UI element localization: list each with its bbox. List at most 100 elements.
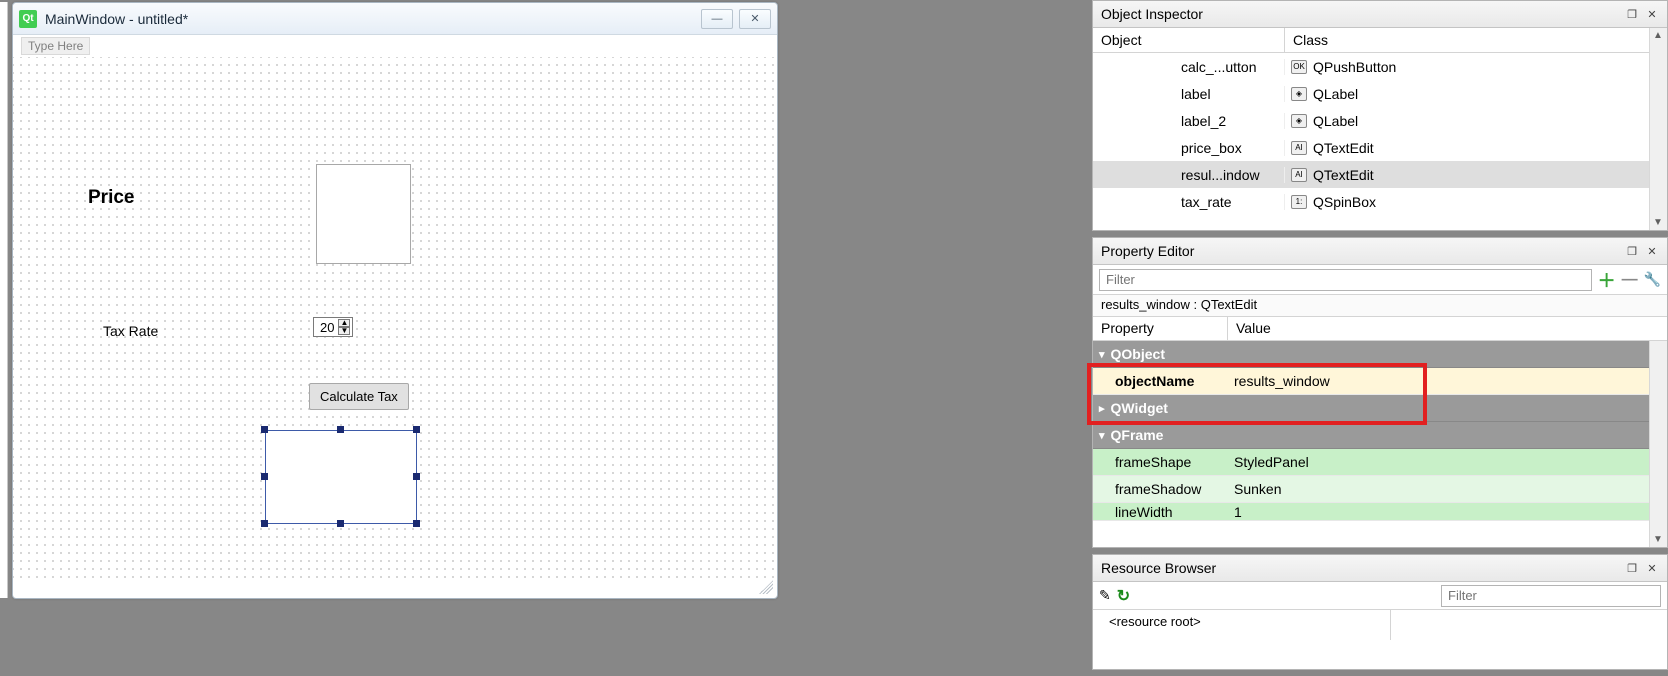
tree-row[interactable]: label_2 ◈QLabel — [1093, 107, 1667, 134]
selected-object-line: results_window : QTextEdit — [1093, 295, 1667, 317]
property-name-cell: objectName — [1093, 373, 1228, 389]
class-name-cell: QTextEdit — [1313, 167, 1374, 183]
edit-resources-icon[interactable]: ✎ — [1099, 587, 1111, 604]
object-name-cell: calc_...utton — [1093, 59, 1285, 75]
resource-root-item[interactable]: <resource root> — [1093, 610, 1391, 640]
menubar[interactable]: Type Here — [13, 35, 777, 57]
object-tree[interactable]: calc_...utton OKQPushButton label ◈QLabe… — [1093, 53, 1667, 230]
form-canvas[interactable]: Price Tax Rate 20 ▲ ▼ Calculate Tax — [13, 57, 777, 580]
class-name-cell: QSpinBox — [1313, 194, 1376, 210]
property-editor-panel: Property Editor ❐ ✕ ＋ — 🔧 results_window… — [1092, 237, 1668, 548]
class-name-cell: QLabel — [1313, 86, 1358, 102]
resize-handle[interactable] — [261, 520, 268, 527]
textedit-icon: AI — [1291, 168, 1307, 182]
spin-down-icon[interactable]: ▼ — [338, 327, 350, 335]
resize-handle[interactable] — [413, 426, 420, 433]
remove-property-icon[interactable]: — — [1622, 271, 1638, 289]
vertical-scrollbar[interactable] — [1649, 341, 1667, 547]
minimize-button[interactable]: — — [701, 9, 733, 29]
close-button[interactable]: ✕ — [739, 9, 771, 29]
resource-toolbar: ✎ ↻ — [1093, 582, 1667, 610]
close-panel-icon[interactable]: ✕ — [1645, 8, 1659, 21]
type-here-placeholder[interactable]: Type Here — [21, 37, 90, 55]
class-name-cell: QTextEdit — [1313, 140, 1374, 156]
right-dock: Object Inspector ❐ ✕ Object Class calc_.… — [1086, 0, 1668, 676]
property-value-cell[interactable]: Sunken — [1228, 481, 1667, 497]
tax-rate-spinbox[interactable]: 20 ▲ ▼ — [313, 317, 353, 337]
group-label: QFrame — [1111, 427, 1164, 443]
results-window-widget[interactable] — [265, 430, 417, 524]
pushbutton-icon: OK — [1291, 60, 1307, 74]
group-label: QWidget — [1111, 400, 1168, 416]
resize-handle[interactable] — [413, 473, 420, 480]
property-header: Property Value — [1093, 317, 1667, 341]
add-property-icon[interactable]: ＋ — [1598, 267, 1616, 293]
resize-handle[interactable] — [413, 520, 420, 527]
resource-browser-header[interactable]: Resource Browser ❐ ✕ — [1093, 555, 1667, 582]
resize-handle[interactable] — [261, 426, 268, 433]
group-label: QObject — [1111, 346, 1165, 362]
close-panel-icon[interactable]: ✕ — [1645, 562, 1659, 575]
price-box-widget[interactable] — [316, 164, 411, 264]
object-name-cell: resul...indow — [1093, 167, 1285, 183]
configure-icon[interactable]: 🔧 — [1644, 271, 1661, 288]
property-toolbar: ＋ — 🔧 — [1093, 265, 1667, 295]
property-filter-input[interactable] — [1099, 269, 1592, 291]
property-grid[interactable]: ▾ QObject objectName results_window ▸ QW… — [1093, 341, 1667, 547]
property-group-qframe[interactable]: ▾ QFrame — [1093, 422, 1667, 449]
left-gutter — [0, 2, 8, 598]
float-panel-icon[interactable]: ❐ — [1625, 562, 1639, 575]
tree-row-selected[interactable]: resul...indow AI QTextEdit — [1093, 161, 1667, 188]
object-inspector-header[interactable]: Object Inspector ❐ ✕ — [1093, 1, 1667, 28]
property-row-objectname[interactable]: objectName results_window — [1093, 368, 1667, 395]
reload-icon[interactable]: ↻ — [1117, 586, 1130, 606]
window-title: MainWindow - untitled* — [45, 11, 701, 27]
col-value[interactable]: Value — [1228, 317, 1667, 340]
label-tax-rate[interactable]: Tax Rate — [103, 323, 158, 339]
label-price[interactable]: Price — [88, 187, 134, 209]
property-value-cell[interactable]: results_window — [1228, 373, 1667, 389]
label-icon: ◈ — [1291, 87, 1307, 101]
property-editor-header[interactable]: Property Editor ❐ ✕ — [1093, 238, 1667, 265]
col-class[interactable]: Class — [1285, 28, 1667, 52]
property-name-cell: frameShadow — [1093, 481, 1228, 497]
resource-filter-input[interactable] — [1441, 585, 1661, 607]
resize-handle[interactable] — [337, 520, 344, 527]
property-row[interactable]: frameShadow Sunken — [1093, 476, 1667, 503]
col-object[interactable]: Object — [1093, 28, 1285, 52]
col-property[interactable]: Property — [1093, 317, 1228, 340]
resource-body: <resource root> — [1093, 610, 1667, 640]
window-resize-grip[interactable] — [759, 580, 773, 594]
tree-row[interactable]: label ◈QLabel — [1093, 80, 1667, 107]
textedit-icon: AI — [1291, 141, 1307, 155]
object-inspector-panel: Object Inspector ❐ ✕ Object Class calc_.… — [1092, 0, 1668, 231]
property-value-cell[interactable]: StyledPanel — [1228, 454, 1667, 470]
tree-row[interactable]: calc_...utton OK QPushButton — [1093, 53, 1667, 80]
qt-logo-icon: Qt — [19, 10, 37, 28]
panel-title: Resource Browser — [1101, 560, 1216, 576]
chevron-down-icon: ▾ — [1099, 429, 1105, 442]
panel-title: Object Inspector — [1101, 6, 1203, 22]
float-panel-icon[interactable]: ❐ — [1625, 8, 1639, 21]
property-value-cell[interactable]: 1 — [1228, 504, 1667, 520]
class-name-cell: QLabel — [1313, 113, 1358, 129]
label-icon: ◈ — [1291, 114, 1307, 128]
vertical-scrollbar[interactable] — [1649, 28, 1667, 230]
tree-header: Object Class — [1093, 28, 1667, 53]
property-group-qwidget[interactable]: ▸ QWidget — [1093, 395, 1667, 422]
resize-handle[interactable] — [261, 473, 268, 480]
property-name-cell: frameShape — [1093, 454, 1228, 470]
tree-row[interactable]: price_box AI QTextEdit — [1093, 134, 1667, 161]
window-titlebar[interactable]: Qt MainWindow - untitled* — ✕ — [13, 3, 777, 35]
close-panel-icon[interactable]: ✕ — [1645, 245, 1659, 258]
tree-row[interactable]: tax_rate 1:QSpinBox — [1093, 188, 1667, 215]
resource-browser-panel: Resource Browser ❐ ✕ ✎ ↻ <resource root> — [1092, 554, 1668, 670]
object-name-cell: price_box — [1093, 140, 1285, 156]
property-row[interactable]: frameShape StyledPanel — [1093, 449, 1667, 476]
calculate-tax-button[interactable]: Calculate Tax — [309, 383, 409, 410]
resize-handle[interactable] — [337, 426, 344, 433]
property-group-qobject[interactable]: ▾ QObject — [1093, 341, 1667, 368]
float-panel-icon[interactable]: ❐ — [1625, 245, 1639, 258]
class-name-cell: QPushButton — [1313, 59, 1396, 75]
property-row[interactable]: lineWidth 1 — [1093, 503, 1667, 521]
